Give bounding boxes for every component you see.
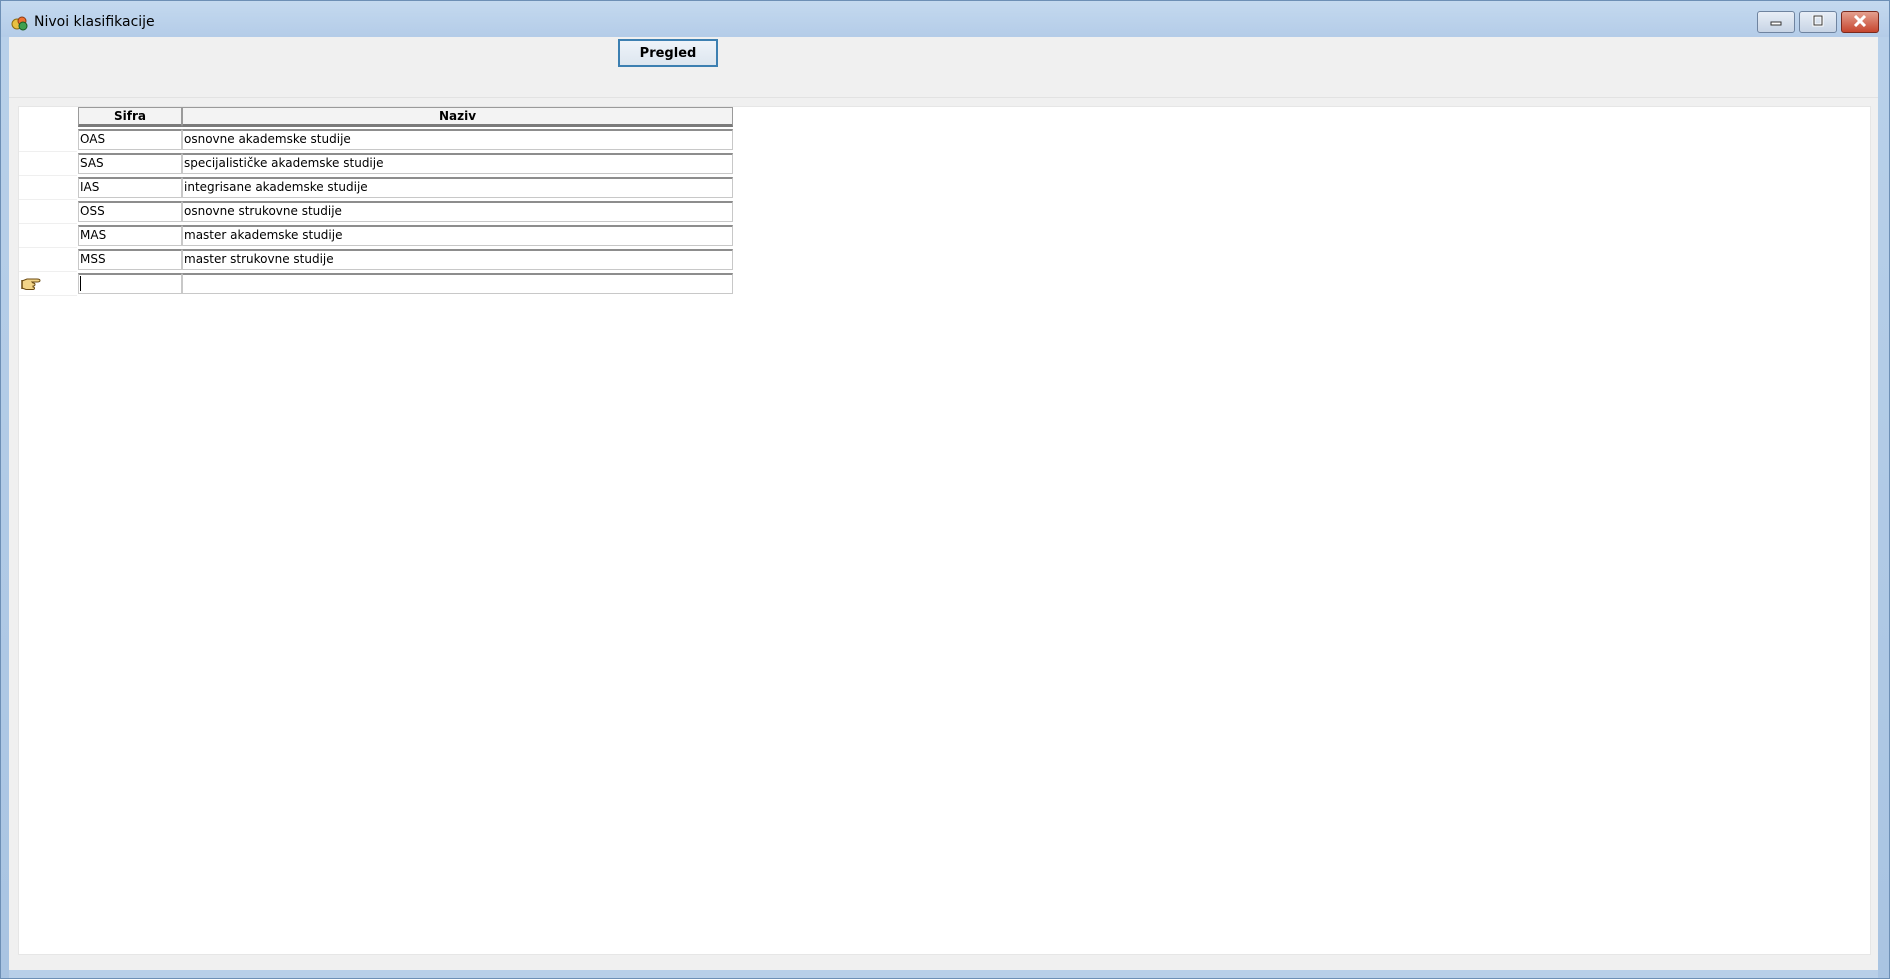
grid-header: Sifra Naziv [19, 107, 739, 127]
row-selector[interactable] [19, 223, 77, 248]
table-row[interactable]: SAS specijalističke akademske studije [19, 151, 739, 176]
table-row[interactable]: OAS osnovne akademske studije [19, 127, 739, 152]
app-window: Nivoi klasifikacije Pregled Sifra Naziv … [0, 0, 1890, 979]
table-row[interactable]: IAS integrisane akademske studije [19, 175, 739, 200]
minimize-icon [1769, 15, 1783, 29]
row-selector[interactable] [19, 175, 77, 200]
window-bottom-border [9, 970, 1878, 978]
cell-sifra[interactable]: MAS [78, 225, 182, 246]
close-icon [1853, 14, 1867, 30]
cell-naziv[interactable]: master akademske studije [182, 225, 733, 246]
pregled-button[interactable]: Pregled [618, 39, 718, 67]
cell-naziv[interactable]: osnovne strukovne studije [182, 201, 733, 222]
column-header-naziv[interactable]: Naziv [182, 107, 733, 127]
cell-naziv[interactable]: master strukovne studije [182, 249, 733, 270]
cell-sifra[interactable]: OSS [78, 201, 182, 222]
row-selector[interactable] [19, 247, 77, 272]
cell-naziv[interactable]: osnovne akademske studije [182, 129, 733, 150]
table-row[interactable]: MSS master strukovne studije [19, 247, 739, 272]
column-header-sifra[interactable]: Sifra [78, 107, 182, 127]
text-caret [80, 276, 81, 291]
cell-sifra[interactable]: SAS [78, 153, 182, 174]
row-selector[interactable] [19, 127, 77, 152]
row-selector[interactable] [19, 199, 77, 224]
window-title: Nivoi klasifikacije [34, 14, 155, 30]
pointing-hand-icon [21, 275, 43, 294]
data-grid-panel: Sifra Naziv OAS osnovne akademske studij… [18, 106, 1871, 955]
minimize-button[interactable] [1757, 11, 1795, 33]
client-area: Pregled Sifra Naziv OAS osnovne akademsk… [9, 37, 1878, 970]
title-bar[interactable]: Nivoi klasifikacije [1, 1, 1889, 37]
maximize-button[interactable] [1799, 11, 1837, 33]
maximize-icon [1811, 14, 1825, 30]
app-icon [11, 15, 29, 31]
cell-sifra[interactable]: MSS [78, 249, 182, 270]
new-row[interactable] [19, 271, 739, 296]
cell-sifra[interactable]: IAS [78, 177, 182, 198]
cell-naziv[interactable]: integrisane akademske studije [182, 177, 733, 198]
toolbar: Pregled [9, 37, 1878, 98]
row-selector-current[interactable] [19, 271, 77, 296]
table-row[interactable]: OSS osnovne strukovne studije [19, 199, 739, 224]
table-row[interactable]: MAS master akademske studije [19, 223, 739, 248]
cell-naziv[interactable]: specijalističke akademske studije [182, 153, 733, 174]
row-selector[interactable] [19, 151, 77, 176]
new-row-naziv-input[interactable] [182, 273, 733, 294]
cell-sifra[interactable]: OAS [78, 129, 182, 150]
close-button[interactable] [1841, 11, 1879, 33]
new-row-sifra-input[interactable] [78, 273, 182, 294]
